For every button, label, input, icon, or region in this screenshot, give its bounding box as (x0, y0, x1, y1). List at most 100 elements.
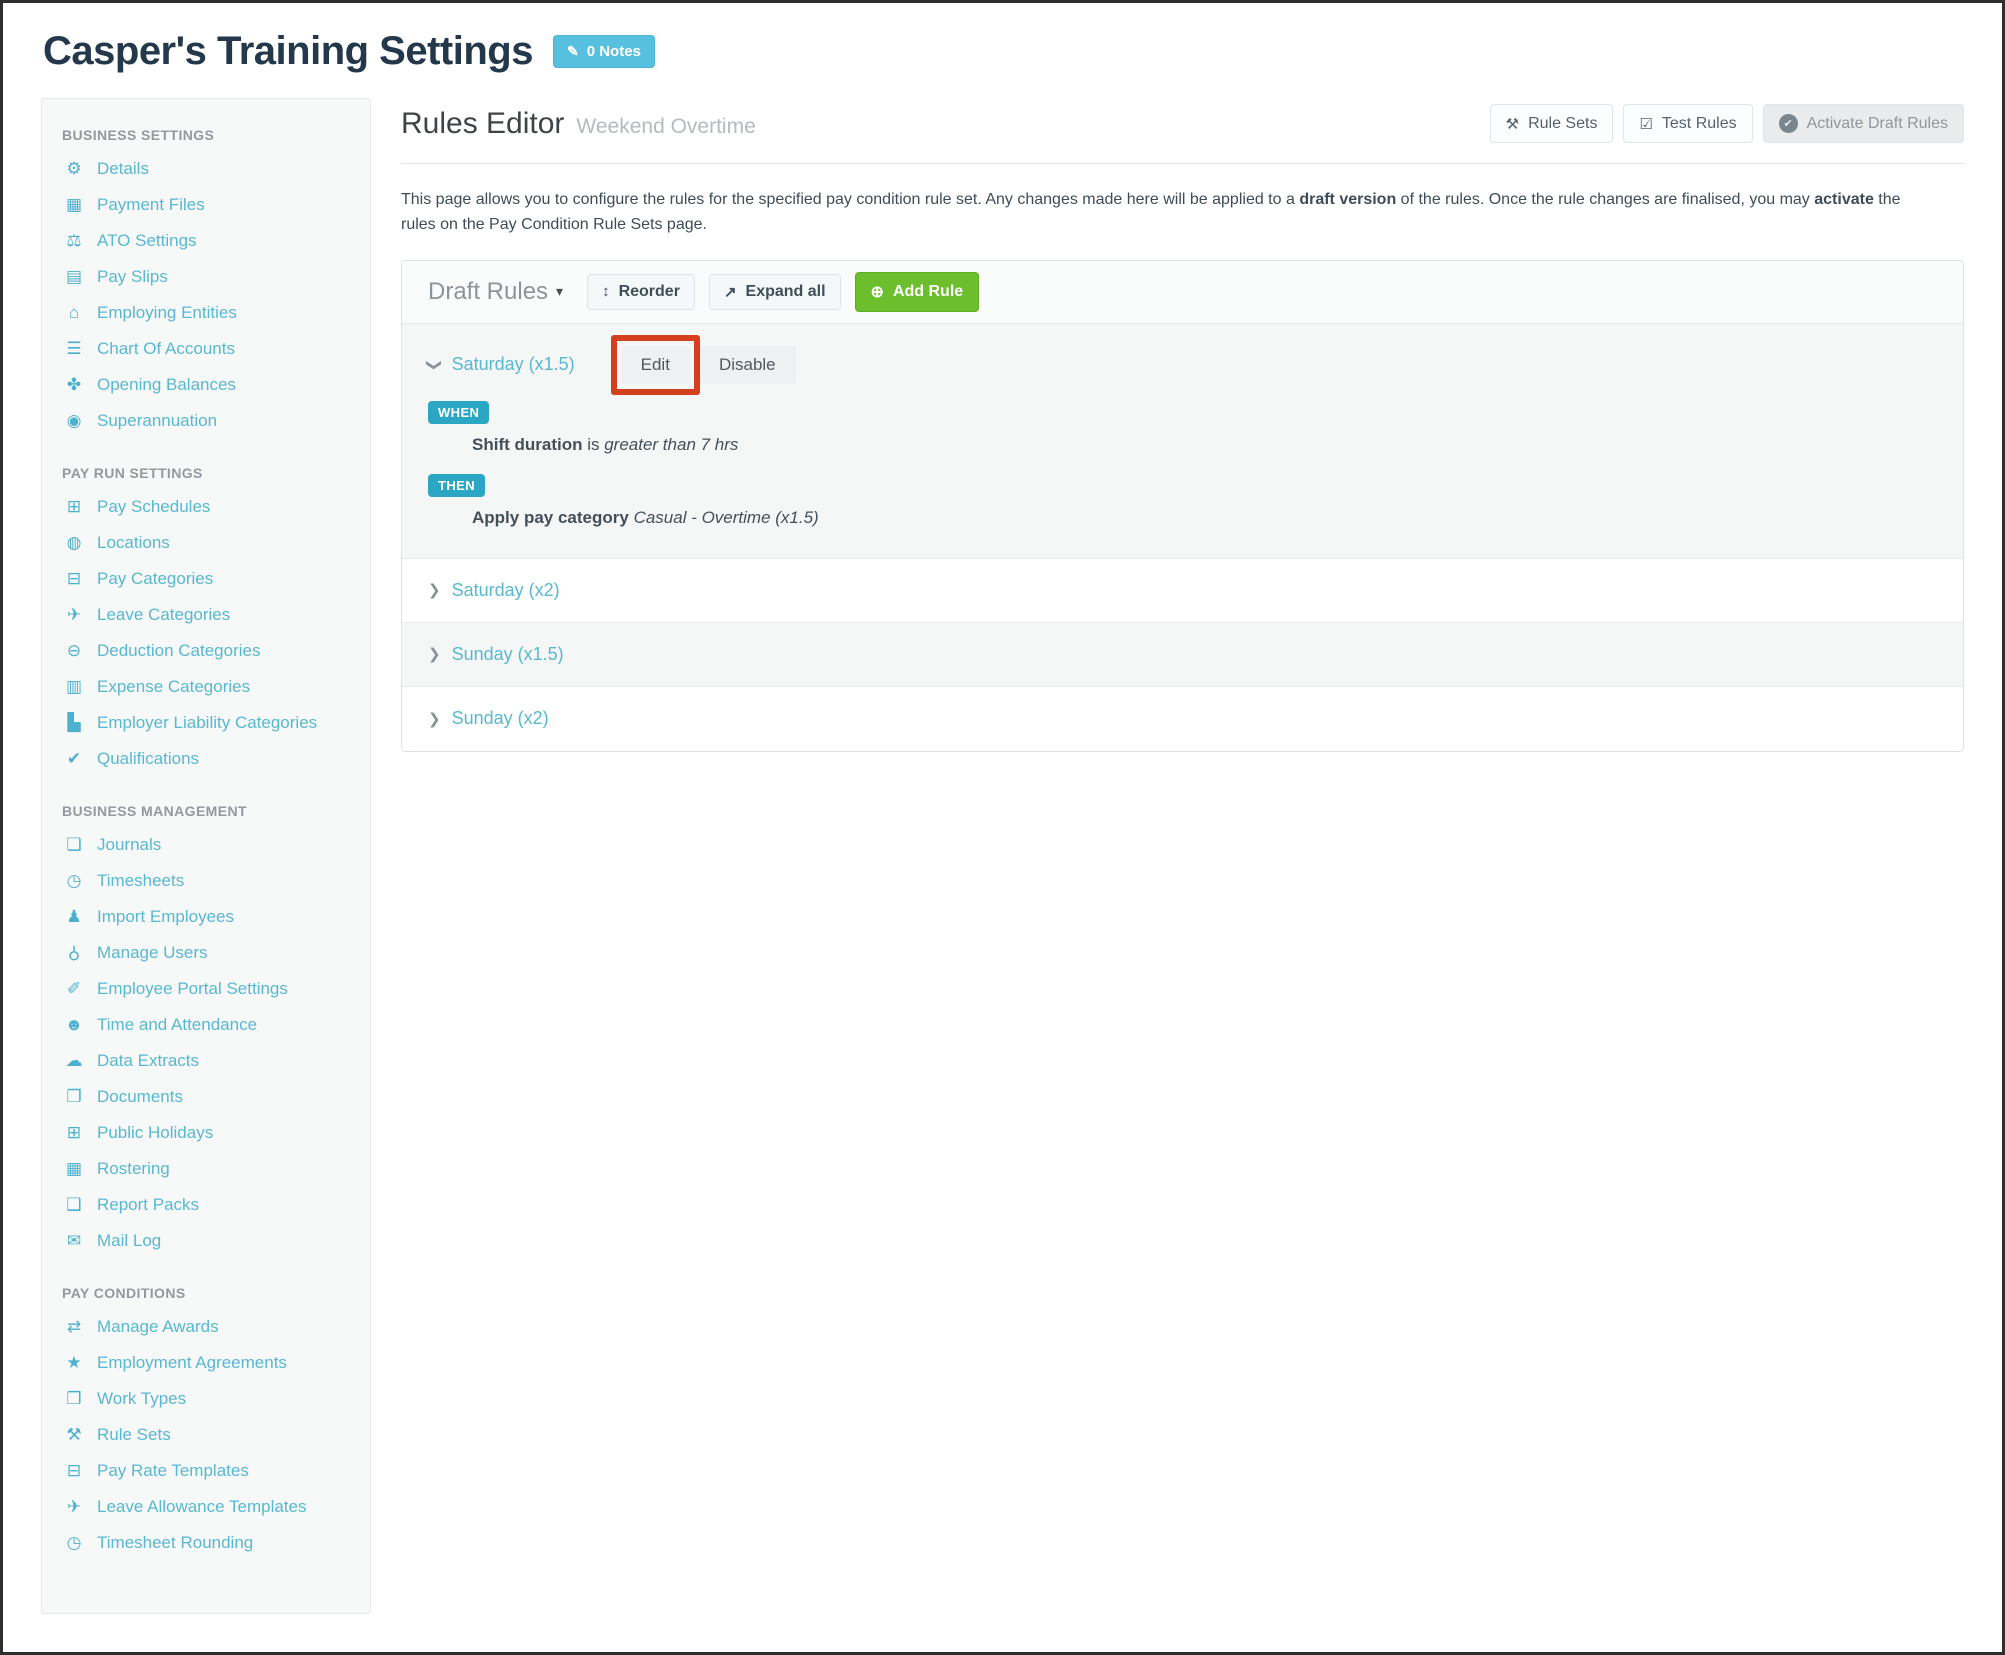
notes-button[interactable]: ✎ 0 Notes (553, 35, 655, 68)
sidebar-item-time-and-attendance[interactable]: ☻Time and Attendance (62, 1007, 360, 1043)
sidebar-item-label: ATO Settings (97, 231, 197, 251)
sidebar-item-pay-schedules[interactable]: ⊞Pay Schedules (62, 489, 360, 525)
rule-row-sunday-x1-5[interactable]: ❯ Sunday (x1.5) (402, 623, 1963, 687)
check-square-icon: ☑ (1639, 115, 1652, 133)
list-icon: ☰ (62, 339, 86, 359)
sidebar-item-qualifications[interactable]: ✔Qualifications (62, 741, 360, 777)
rules-panel-toolbar: Draft Rules ▾ ↕ Reorder ↗ Expand all ⊕ A… (402, 261, 1963, 324)
sidebar-item-chart-of-accounts[interactable]: ☰Chart Of Accounts (62, 331, 360, 367)
rule-title-sunday-x1-5: Sunday (x1.5) (452, 644, 564, 665)
sidebar-item-employment-agreements[interactable]: ★Employment Agreements (62, 1345, 360, 1381)
add-rule-button-label: Add Rule (893, 283, 963, 301)
life-ring-icon: ◉ (62, 411, 86, 431)
sidebar-item-label: Rule Sets (97, 1425, 171, 1445)
test-rules-button[interactable]: ☑ Test Rules (1623, 104, 1752, 143)
gavel-icon: ⚒ (1506, 115, 1519, 133)
sidebar-item-label: Opening Balances (97, 375, 236, 395)
app-window: Casper's Training Settings ✎ 0 Notes BUS… (0, 0, 2005, 1655)
sidebar-item-timesheet-rounding[interactable]: ◷Timesheet Rounding (62, 1525, 360, 1561)
rule-sets-button[interactable]: ⚒ Rule Sets (1490, 104, 1614, 143)
sidebar-item-work-types[interactable]: ❒Work Types (62, 1381, 360, 1417)
sidebar-item-label: Mail Log (97, 1231, 161, 1251)
sidebar-item-mail-log[interactable]: ✉ Mail Log (62, 1223, 360, 1259)
sidebar-item-employee-portal-settings[interactable]: ✐Employee Portal Settings (62, 971, 360, 1007)
sidebar-item-import-employees[interactable]: ♟Import Employees (62, 899, 360, 935)
sidebar-section-business-settings: BUSINESS SETTINGS ⚙Details▦Payment Files⚖… (62, 127, 360, 439)
gavel-icon: ⚒ (62, 1425, 86, 1445)
sidebar-item-label: Manage Awards (97, 1317, 219, 1337)
sidebar-item-details[interactable]: ⚙Details (62, 151, 360, 187)
archive-icon: ▥ (62, 677, 86, 697)
folder-icon: ❐ (62, 1087, 86, 1107)
sidebar-section-header: PAY RUN SETTINGS (62, 465, 360, 481)
sidebar-item-journals[interactable]: ❏Journals (62, 827, 360, 863)
sidebar-item-label: Pay Schedules (97, 497, 210, 517)
sidebar-section-pay-conditions: PAY CONDITIONS ⇄Manage Awards★Employment … (62, 1285, 360, 1561)
sidebar-item-label: Payment Files (97, 195, 205, 215)
sidebar-item-timesheets[interactable]: ◷Timesheets (62, 863, 360, 899)
sidebar-item-rule-sets[interactable]: ⚒ Rule Sets (62, 1417, 360, 1453)
sidebar-item-label: Locations (97, 533, 170, 553)
sidebar-section-header: PAY CONDITIONS (62, 1285, 360, 1301)
people-icon: ♟ (62, 907, 86, 927)
sidebar-item-payment-files[interactable]: ▦Payment Files (62, 187, 360, 223)
envelope-icon: ✉ (62, 1231, 86, 1251)
sidebar-item-public-holidays[interactable]: ⊞Public Holidays (62, 1115, 360, 1151)
sidebar-item-label: Qualifications (97, 749, 199, 769)
sidebar-item-employing-entities[interactable]: ⌂Employing Entities (62, 295, 360, 331)
sidebar-item-leave-categories[interactable]: ✈ Leave Categories (62, 597, 360, 633)
minus-circle-icon: ⊖ (62, 641, 86, 661)
clock-icon: ◷ (62, 871, 86, 891)
sidebar-item-opening-balances[interactable]: ✤Opening Balances (62, 367, 360, 403)
sidebar-item-pay-rate-templates[interactable]: ⊟Pay Rate Templates (62, 1453, 360, 1489)
activate-draft-rules-button[interactable]: ✔ Activate Draft Rules (1763, 104, 1964, 143)
sidebar-item-label: Pay Slips (97, 267, 168, 287)
sidebar-item-manage-users[interactable]: ⚲Manage Users (62, 935, 360, 971)
sidebar-item-label: Documents (97, 1087, 183, 1107)
edit-rule-button[interactable]: Edit (621, 346, 690, 384)
page-header: Casper's Training Settings ✎ 0 Notes (43, 29, 2002, 74)
rule-sets-button-label: Rule Sets (1528, 115, 1597, 133)
sidebar-item-expense-categories[interactable]: ▥ Expense Categories (62, 669, 360, 705)
sidebar-item-documents[interactable]: ❐ Documents (62, 1079, 360, 1115)
sidebar-section-business-management: BUSINESS MANAGEMENT❏Journals◷Timesheets♟… (62, 803, 360, 1259)
chevron-right-icon: ❯ (428, 645, 441, 663)
page-section-title: Rules Editor (401, 107, 564, 140)
sidebar-item-superannuation[interactable]: ◉ Superannuation (62, 403, 360, 439)
sidebar-item-label: Employer Liability Categories (97, 713, 317, 733)
sidebar-item-label: Report Packs (97, 1195, 199, 1215)
sidebar-item-employer-liability-categories[interactable]: ▙Employer Liability Categories (62, 705, 360, 741)
sidebar-item-rostering[interactable]: ▦Rostering (62, 1151, 360, 1187)
sidebar-item-locations[interactable]: ◍ Locations (62, 525, 360, 561)
expand-all-button[interactable]: ↗ Expand all (709, 274, 841, 310)
file-icon: ▤ (62, 267, 86, 287)
sidebar-item-data-extracts[interactable]: ☁Data Extracts (62, 1043, 360, 1079)
when-condition: Shift duration is greater than 7 hrs (472, 435, 1937, 455)
add-rule-button[interactable]: ⊕ Add Rule (855, 272, 980, 312)
rule-row-sunday-x2[interactable]: ❯Sunday (x2) (402, 687, 1963, 751)
calendar-icon: ⊞ (62, 1123, 86, 1143)
plane-icon: ✈ (62, 605, 86, 625)
sidebar-item-label: Superannuation (97, 411, 217, 431)
sidebar-item-label: Leave Categories (97, 605, 230, 625)
rule-title-saturday-x1-5[interactable]: Saturday (x1.5) (452, 354, 575, 375)
then-action: Apply pay category Casual - Overtime (x1… (472, 508, 1937, 528)
sidebar-item-pay-slips[interactable]: ▤ Pay Slips (62, 259, 360, 295)
sidebar-item-leave-allowance-templates[interactable]: ✈Leave Allowance Templates (62, 1489, 360, 1525)
sidebar-item-pay-categories[interactable]: ⊟Pay Categories (62, 561, 360, 597)
sidebar-item-label: Journals (97, 835, 161, 855)
rule-row-saturday-x2[interactable]: ❯Saturday (x2) (402, 559, 1963, 623)
sidebar-item-manage-awards[interactable]: ⇄Manage Awards (62, 1309, 360, 1345)
sidebar-item-report-packs[interactable]: ❑Report Packs (62, 1187, 360, 1223)
sidebar-item-label: Data Extracts (97, 1051, 199, 1071)
check-circle-icon: ✔ (1779, 114, 1798, 133)
draft-rules-dropdown[interactable]: Draft Rules ▾ (428, 278, 563, 306)
sidebar-item-label: Expense Categories (97, 677, 250, 697)
disable-rule-button[interactable]: Disable (699, 346, 796, 384)
header-divider (401, 163, 1964, 164)
reorder-button[interactable]: ↕ Reorder (587, 274, 695, 310)
sidebar-item-ato-settings[interactable]: ⚖ATO Settings (62, 223, 360, 259)
globe-icon: ◍ (62, 533, 86, 553)
sidebar-section-header: BUSINESS SETTINGS (62, 127, 360, 143)
sidebar-item-deduction-categories[interactable]: ⊖Deduction Categories (62, 633, 360, 669)
